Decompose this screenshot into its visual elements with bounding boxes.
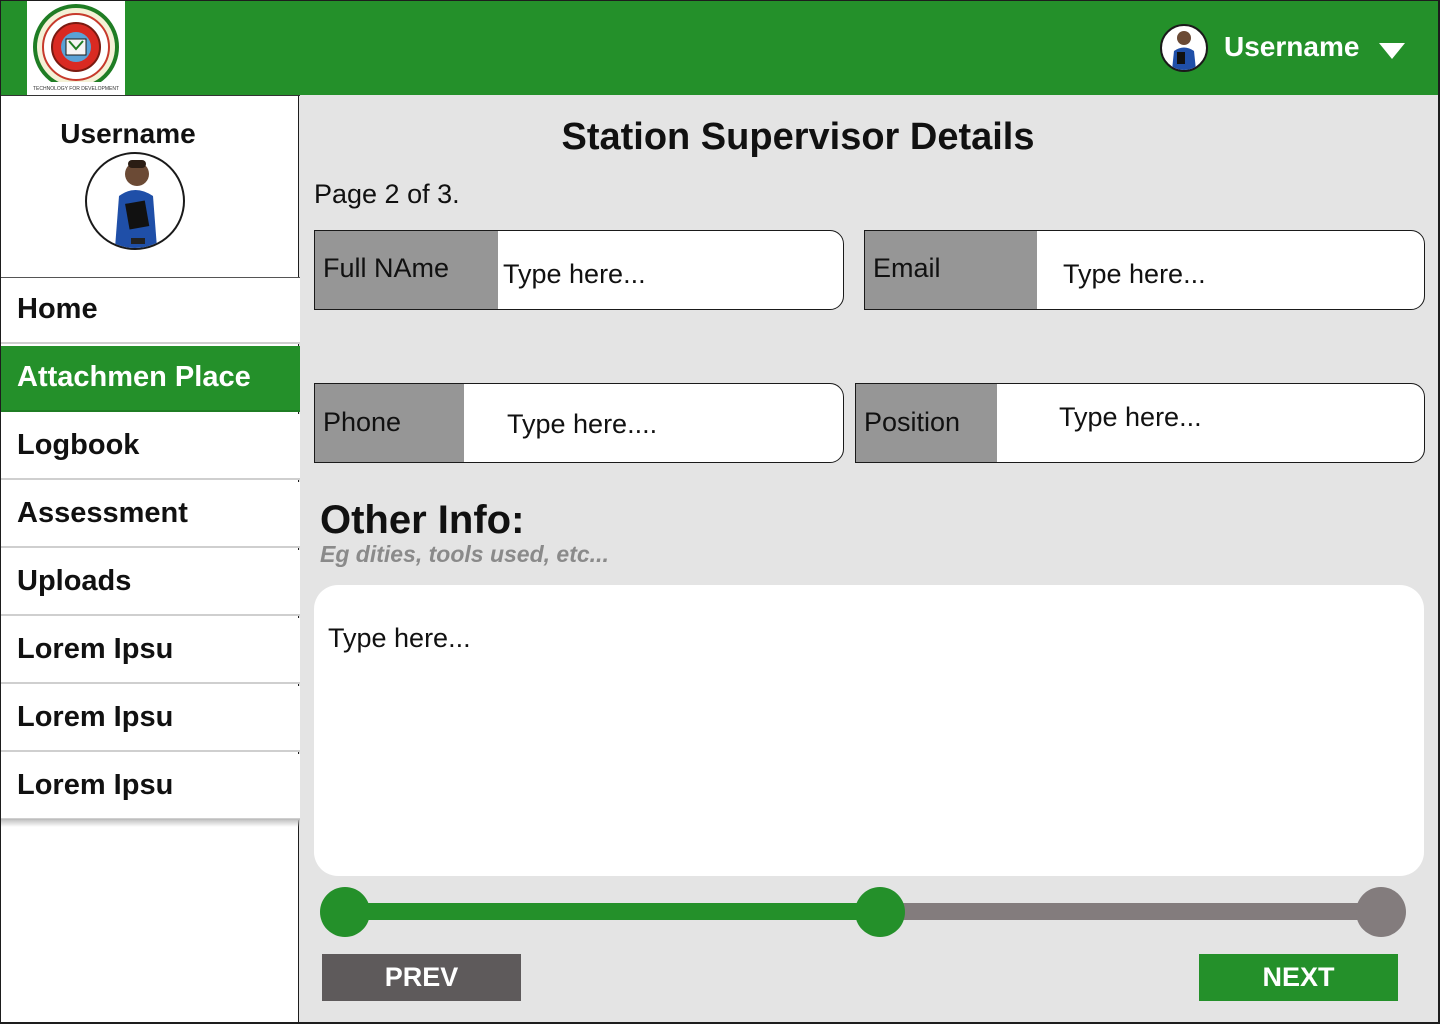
sidebar-item-lorem-3[interactable]: Lorem Ipsu bbox=[1, 754, 300, 820]
sidebar-item-logbook[interactable]: Logbook bbox=[1, 414, 300, 480]
sidebar: Username Home Attachmen Place Logbook As… bbox=[0, 95, 300, 1023]
sidebar-username: Username bbox=[60, 118, 196, 149]
full-name-label: Full NAme bbox=[315, 231, 498, 309]
email-label: Email bbox=[865, 231, 1037, 309]
sidebar-item-lorem-2[interactable]: Lorem Ipsu bbox=[1, 686, 300, 752]
step-1-dot[interactable] bbox=[320, 887, 370, 937]
other-info-textarea[interactable] bbox=[314, 585, 1424, 876]
other-info-hint: Eg dities, tools used, etc... bbox=[320, 541, 609, 567]
sidebar-item-lorem-1[interactable]: Lorem Ipsu bbox=[1, 618, 300, 684]
university-logo[interactable]: TECHNOLOGY FOR DEVELOPMENT bbox=[27, 1, 125, 95]
sidebar-avatar bbox=[85, 152, 185, 250]
position-input[interactable] bbox=[997, 384, 1424, 462]
top-bar: TECHNOLOGY FOR DEVELOPMENT Username bbox=[0, 0, 1440, 95]
logo-icon: TECHNOLOGY FOR DEVELOPMENT bbox=[31, 4, 121, 92]
position-label: Position bbox=[856, 384, 997, 462]
other-info-title: Other Info: bbox=[320, 498, 525, 542]
sidebar-shadow bbox=[1, 819, 300, 827]
progress-track-todo bbox=[880, 903, 1381, 920]
user-avatar-icon bbox=[115, 160, 157, 248]
user-avatar-icon bbox=[1172, 31, 1196, 70]
page-title: Station Supervisor Details bbox=[561, 116, 1035, 158]
sidebar-profile: Username bbox=[1, 95, 300, 278]
email-input[interactable] bbox=[1037, 231, 1424, 309]
next-button[interactable]: NEXT bbox=[1199, 954, 1398, 1001]
full-name-field: Full NAme bbox=[314, 230, 844, 310]
phone-input[interactable] bbox=[464, 384, 843, 462]
progress-stepper bbox=[320, 887, 1406, 937]
full-name-input[interactable] bbox=[498, 231, 843, 309]
header-avatar[interactable] bbox=[1160, 24, 1208, 72]
step-3-dot[interactable] bbox=[1356, 887, 1406, 937]
header-username[interactable]: Username bbox=[1224, 31, 1359, 63]
sidebar-item-home[interactable]: Home bbox=[1, 278, 300, 344]
caret-down-icon[interactable] bbox=[1379, 43, 1405, 59]
page-indicator: Page 2 of 3. bbox=[314, 179, 460, 209]
phone-field: Phone bbox=[314, 383, 844, 463]
sidebar-item-attachment-place[interactable]: Attachmen Place bbox=[1, 346, 300, 412]
svg-text:TECHNOLOGY FOR DEVELOPMENT: TECHNOLOGY FOR DEVELOPMENT bbox=[33, 86, 119, 92]
progress-track-done bbox=[345, 903, 880, 920]
position-field: Position bbox=[855, 383, 1425, 463]
sidebar-item-uploads[interactable]: Uploads bbox=[1, 550, 300, 616]
sidebar-item-assessment[interactable]: Assessment bbox=[1, 482, 300, 548]
step-2-dot[interactable] bbox=[855, 887, 905, 937]
phone-label: Phone bbox=[315, 384, 464, 462]
email-field: Email bbox=[864, 230, 1425, 310]
prev-button[interactable]: PREV bbox=[322, 954, 521, 1001]
